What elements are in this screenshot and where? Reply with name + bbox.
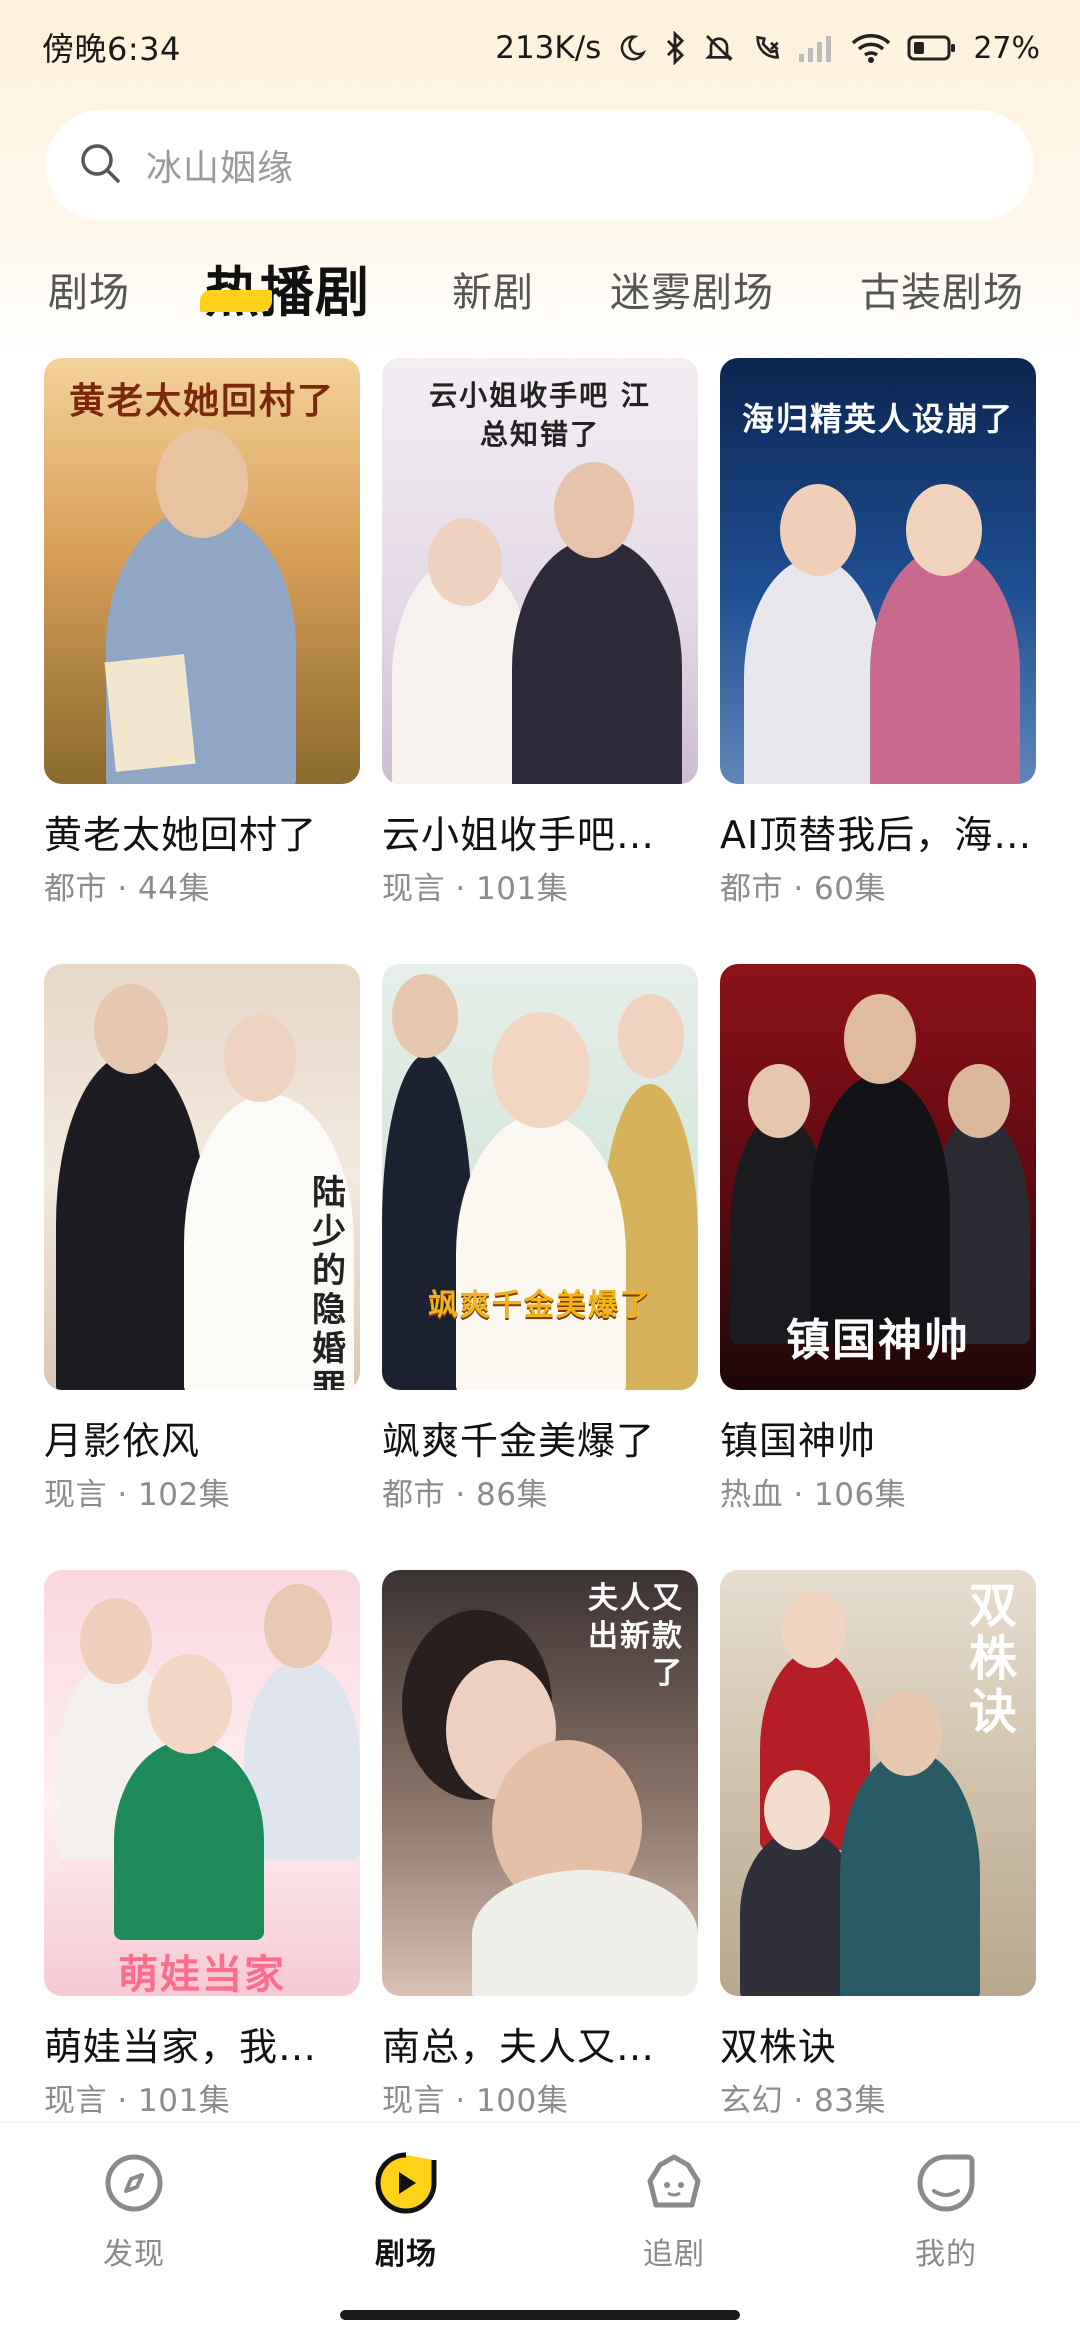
nav-label: 发现 xyxy=(103,2237,165,2272)
tab-costume-theater[interactable]: 古装剧场 xyxy=(860,260,1024,318)
active-tab-indicator xyxy=(200,290,272,312)
battery-icon xyxy=(907,34,957,62)
compass-icon xyxy=(102,2151,166,2219)
tab-mystery-theater[interactable]: 迷雾剧场 xyxy=(610,260,774,318)
status-time: 傍晚6:34 xyxy=(42,30,181,68)
poster-title: 飒爽千金美爆了 xyxy=(428,1288,652,1323)
battery-percent: 27% xyxy=(973,30,1040,66)
drama-title[interactable]: 镇国神帅 xyxy=(720,1410,1036,1465)
status-icons: 213K/s 27% xyxy=(495,20,1040,76)
drama-title[interactable]: 南总，夫人又… xyxy=(382,2016,698,2071)
poster-title: 云小姐收手吧 江总知错了 xyxy=(429,379,651,452)
poster-title: 夫人又出新款了 xyxy=(588,1581,684,1691)
drama-card[interactable]: 飒爽千金美爆了 飒爽千金美爆了 都市 · 86集 xyxy=(382,964,698,1514)
play-icon xyxy=(373,2150,439,2220)
follow-icon xyxy=(642,2151,706,2219)
drama-poster[interactable]: 陆少的隐婚罪妻 xyxy=(44,964,360,1390)
drama-card[interactable]: 云小姐收手吧 江总知错了 云小姐收手吧… 现言 · 101集 xyxy=(382,358,698,908)
drama-meta: 都市 · 86集 xyxy=(382,1477,549,1513)
status-bar: 傍晚6:34 213K/s 27% xyxy=(0,0,1080,96)
tab-hot-dramas[interactable]: 热播剧 xyxy=(205,248,370,327)
drama-title[interactable]: 双株诀 xyxy=(720,2016,1036,2071)
poster-title: 海归精英人设崩了 xyxy=(741,400,1014,438)
profile-icon xyxy=(914,2151,978,2219)
drama-meta: 现言 · 102集 xyxy=(44,1477,231,1513)
drama-meta: 现言 · 100集 xyxy=(382,2083,569,2119)
poster-title: 双株诀 xyxy=(968,1578,1019,1740)
nav-profile[interactable]: 我的 xyxy=(846,2147,1046,2273)
bluetooth-icon xyxy=(663,31,687,65)
drama-poster[interactable]: 飒爽千金美爆了 xyxy=(382,964,698,1390)
net-speed: 213K/s xyxy=(495,30,602,66)
drama-poster[interactable]: 镇国神帅 xyxy=(720,964,1036,1390)
tab-theater[interactable]: 剧场 xyxy=(48,260,130,318)
drama-title[interactable]: 萌娃当家，我… xyxy=(44,2016,360,2071)
drama-poster[interactable]: 双株诀 xyxy=(720,1570,1036,1996)
drama-title[interactable]: 黄老太她回村了 xyxy=(44,804,360,859)
signal-icon xyxy=(799,34,835,62)
call-icon xyxy=(751,32,783,64)
drama-card[interactable]: 夫人又出新款了 南总，夫人又… 现言 · 100集 xyxy=(382,1570,698,2120)
search-icon xyxy=(78,141,122,189)
nav-label: 剧场 xyxy=(375,2237,437,2272)
mute-icon xyxy=(703,32,735,64)
drama-poster[interactable]: 云小姐收手吧 江总知错了 xyxy=(382,358,698,784)
nav-theater[interactable]: 剧场 xyxy=(306,2147,506,2273)
search-placeholder: 冰山姻缘 xyxy=(146,148,295,189)
nav-label: 我的 xyxy=(915,2237,977,2272)
drama-poster[interactable]: 夫人又出新款了 xyxy=(382,1570,698,1996)
nav-following[interactable]: 追剧 xyxy=(574,2147,774,2273)
search-bar[interactable]: 冰山姻缘 xyxy=(46,110,1034,220)
bottom-nav: 发现 剧场 追剧 我的 xyxy=(0,2122,1080,2341)
drama-poster[interactable]: 萌娃当家 xyxy=(44,1570,360,1996)
drama-title[interactable]: 月影依风 xyxy=(44,1410,360,1465)
poster-title: 陆少的隐婚罪妻 xyxy=(312,1173,348,1390)
nav-discover[interactable]: 发现 xyxy=(34,2147,234,2273)
category-tabs: 剧场 热播剧 新剧 迷雾剧场 古装剧场 xyxy=(0,240,1080,340)
drama-card[interactable]: 镇国神帅 镇国神帅 热血 · 106集 xyxy=(720,964,1036,1514)
drama-meta: 玄幻 · 83集 xyxy=(720,2083,887,2119)
drama-meta: 现言 · 101集 xyxy=(382,871,569,907)
drama-title[interactable]: 飒爽千金美爆了 xyxy=(382,1410,698,1465)
home-indicator[interactable] xyxy=(340,2310,740,2320)
drama-poster[interactable]: 黄老太她回村了 xyxy=(44,358,360,784)
moon-icon xyxy=(617,33,647,63)
wifi-icon xyxy=(851,33,891,63)
drama-meta: 现言 · 101集 xyxy=(44,2083,231,2119)
nav-label: 追剧 xyxy=(643,2237,705,2272)
drama-meta: 热血 · 106集 xyxy=(720,1477,907,1513)
drama-meta: 都市 · 60集 xyxy=(720,871,887,907)
poster-title: 镇国神帅 xyxy=(786,1315,970,1366)
drama-card[interactable]: 海归精英人设崩了 AI顶替我后，海… 都市 · 60集 xyxy=(720,358,1036,908)
drama-card[interactable]: 双株诀 双株诀 玄幻 · 83集 xyxy=(720,1570,1036,2120)
drama-title[interactable]: AI顶替我后，海… xyxy=(720,804,1036,859)
tab-new-dramas[interactable]: 新剧 xyxy=(452,260,534,318)
drama-card[interactable]: 萌娃当家 萌娃当家，我… 现言 · 101集 xyxy=(44,1570,360,2120)
drama-poster[interactable]: 海归精英人设崩了 xyxy=(720,358,1036,784)
poster-title: 萌娃当家 xyxy=(118,1952,286,1996)
drama-card[interactable]: 黄老太她回村了 黄老太她回村了 都市 · 44集 xyxy=(44,358,360,908)
drama-card[interactable]: 陆少的隐婚罪妻 月影依风 现言 · 102集 xyxy=(44,964,360,1514)
drama-meta: 都市 · 44集 xyxy=(44,871,211,907)
drama-title[interactable]: 云小姐收手吧… xyxy=(382,804,698,859)
poster-title: 黄老太她回村了 xyxy=(68,380,335,422)
